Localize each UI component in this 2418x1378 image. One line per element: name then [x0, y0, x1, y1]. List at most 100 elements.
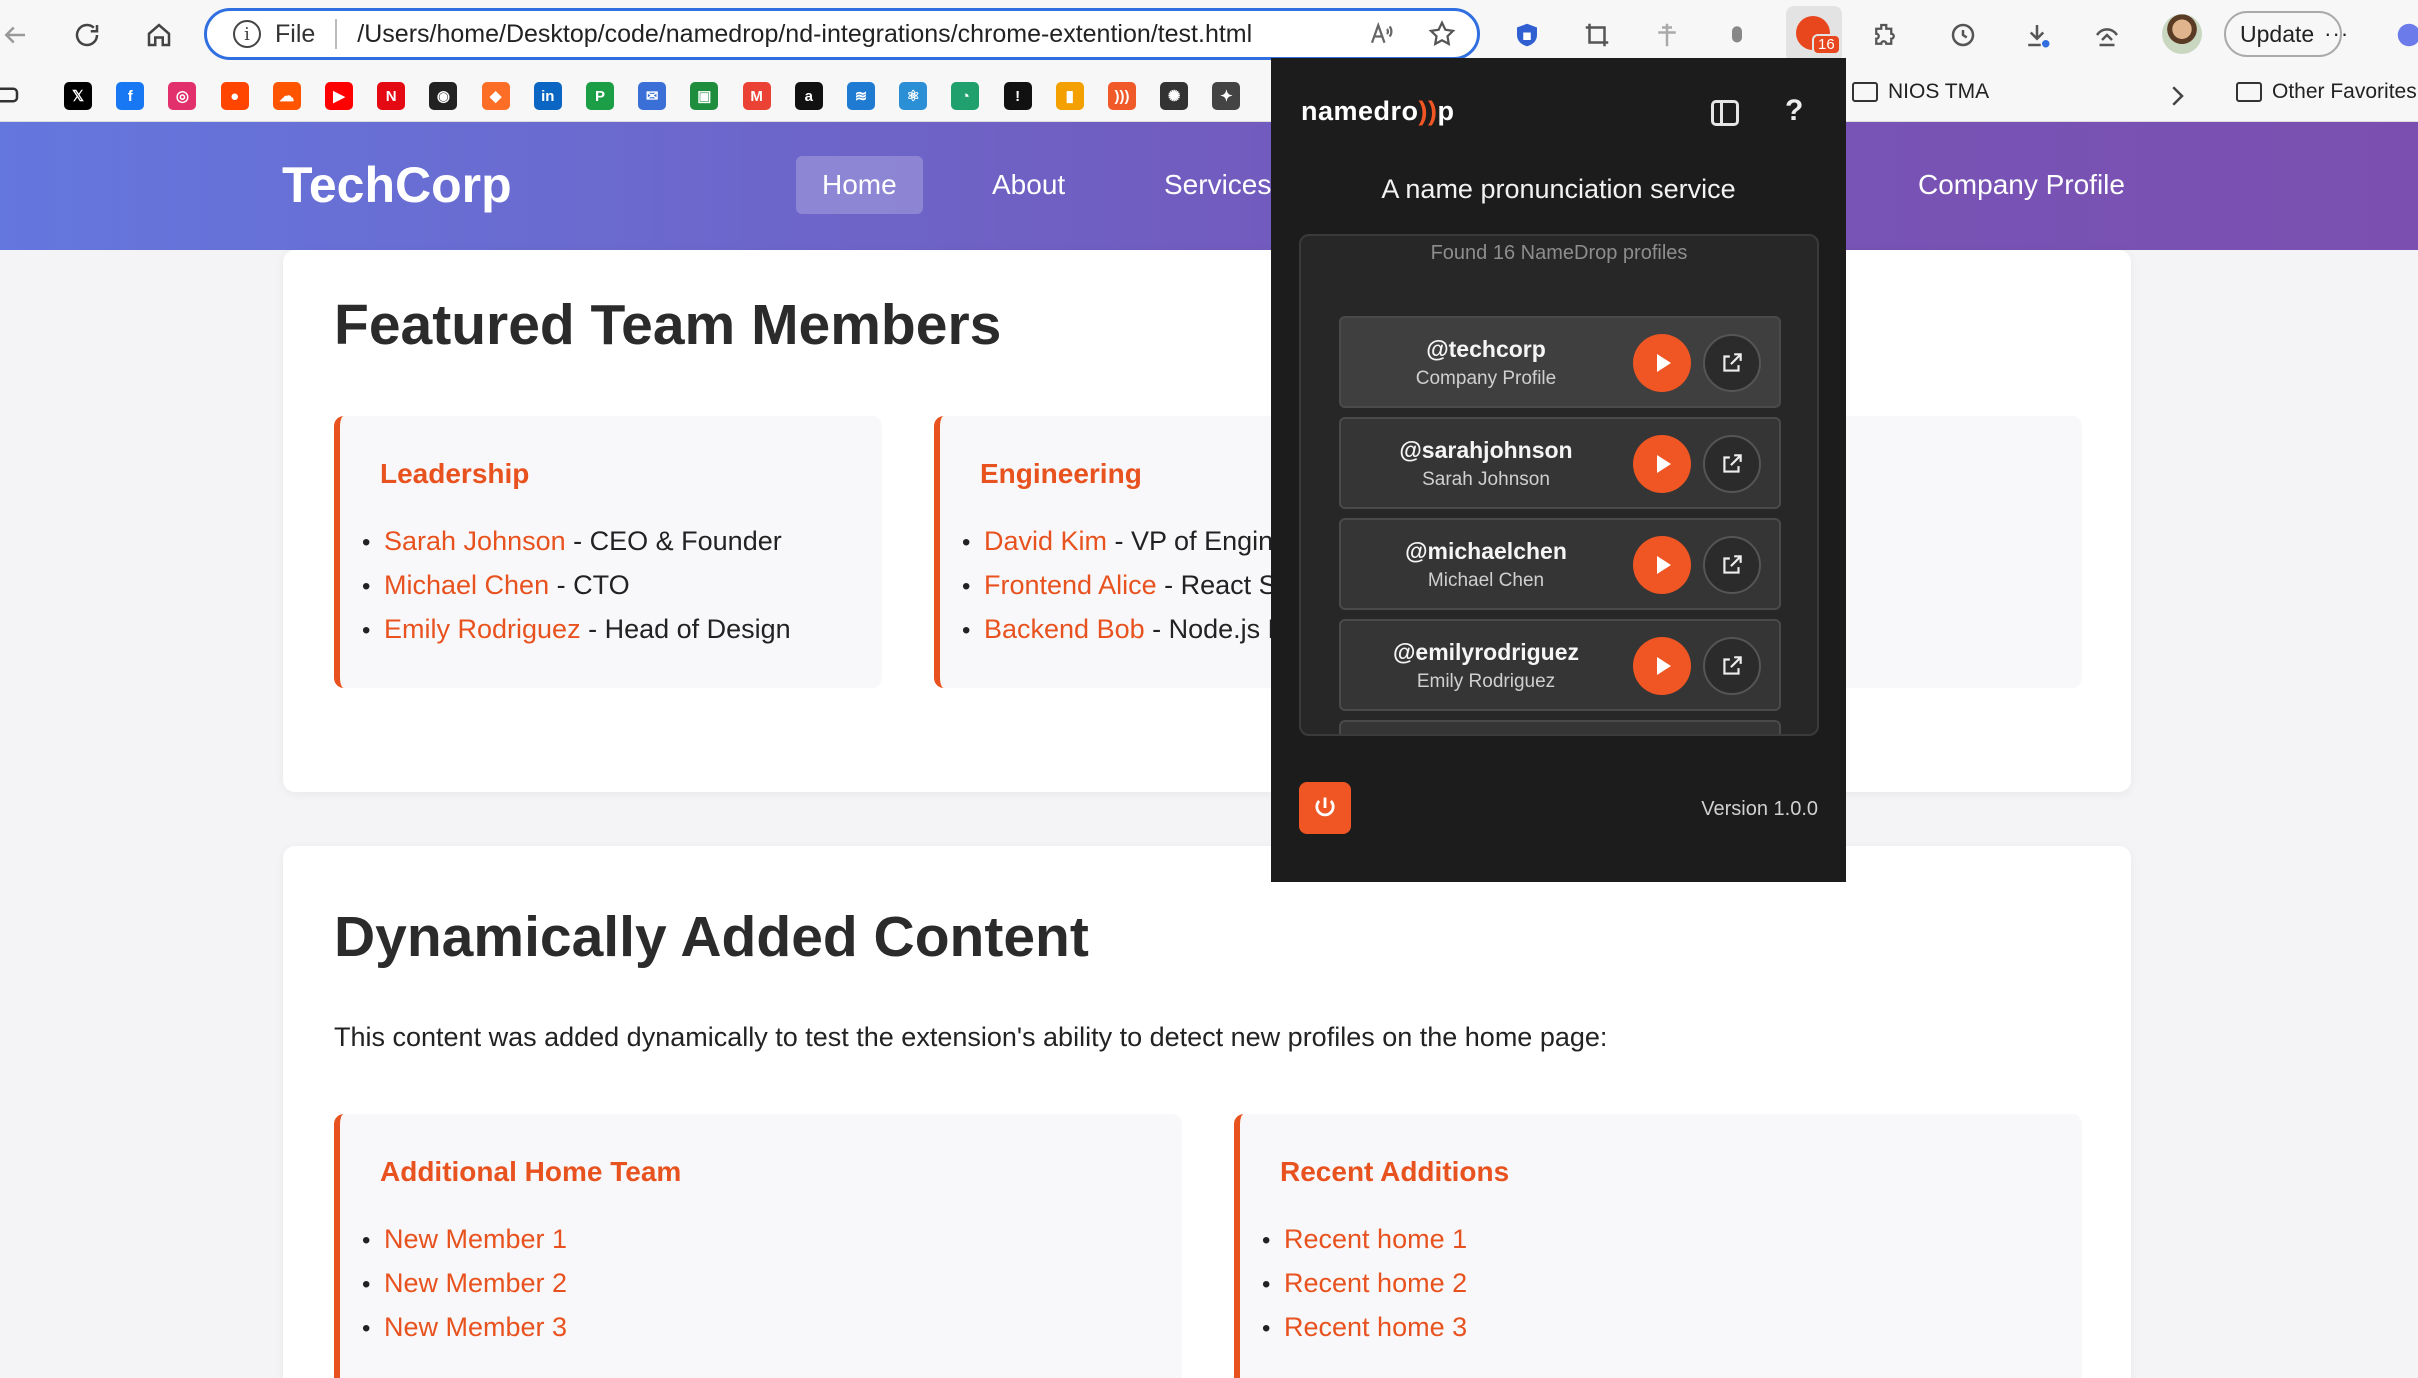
- profile-link[interactable]: Backend Bob: [984, 614, 1145, 644]
- folder-icon: [1852, 82, 1878, 102]
- nav-company-profile[interactable]: Company Profile: [1892, 156, 2151, 214]
- profile-link[interactable]: David Kim: [984, 526, 1107, 556]
- bookmark-folder-other[interactable]: Other Favorites: [2236, 80, 2417, 104]
- profile-link[interactable]: Emily Rodriguez: [384, 614, 581, 644]
- address-url[interactable]: /Users/home/Desktop/code/namedrop/nd-int…: [357, 20, 1252, 49]
- favorite-star-icon[interactable]: [1427, 19, 1457, 54]
- sidebar-toggle-icon[interactable]: [1711, 100, 1739, 126]
- facebook-icon[interactable]: f: [116, 82, 145, 110]
- profile-row: @techcorp Company Profile: [1339, 316, 1781, 408]
- profile-link[interactable]: New Member 2: [384, 1268, 567, 1298]
- extensions-puzzle-icon[interactable]: [1864, 14, 1906, 56]
- team-group-additional: Additional Home Team New Member 1 New Me…: [334, 1114, 1182, 1378]
- profile-link[interactable]: Recent home 3: [1284, 1312, 1467, 1342]
- gitlab-icon[interactable]: ◆: [481, 82, 510, 110]
- play-pronunciation-button[interactable]: [1633, 637, 1691, 695]
- nav-about[interactable]: About: [966, 156, 1091, 214]
- reading-list-icon[interactable]: [0, 74, 28, 116]
- analytics-icon[interactable]: ▮: [1055, 82, 1084, 110]
- x-icon[interactable]: 𝕏: [64, 82, 92, 110]
- address-bar[interactable]: i File /Users/home/Desktop/code/namedrop…: [204, 8, 1480, 60]
- dynamic-intro-text: This content was added dynamically to te…: [334, 1022, 1608, 1052]
- list-item: Sarah Johnson - CEO & Founder: [362, 520, 791, 564]
- open-profile-button[interactable]: [1703, 334, 1761, 392]
- pin-extension-icon[interactable]: [1646, 14, 1688, 56]
- folder-icon: [2236, 82, 2262, 102]
- github-icon[interactable]: ◉: [429, 82, 458, 110]
- history-icon[interactable]: [1942, 14, 1984, 56]
- clockify-icon[interactable]: ◔: [951, 82, 980, 110]
- open-profile-button[interactable]: [1703, 536, 1761, 594]
- list-item: Michael Chen - CTO: [362, 564, 791, 608]
- profile-link[interactable]: Michael Chen: [384, 570, 549, 600]
- play-pronunciation-button[interactable]: [1633, 435, 1691, 493]
- amazon-icon[interactable]: a: [794, 82, 823, 110]
- profile-row: @michaelchen Michael Chen: [1339, 518, 1781, 610]
- instagram-icon[interactable]: ◎: [168, 82, 197, 110]
- soundcloud-icon[interactable]: ☁: [272, 82, 301, 110]
- profile-link[interactable]: New Member 3: [384, 1312, 567, 1342]
- power-toggle-button[interactable]: [1299, 782, 1351, 834]
- profile-link[interactable]: Frontend Alice: [984, 570, 1157, 600]
- shield-extension-icon[interactable]: [1506, 14, 1548, 56]
- update-button[interactable]: Update ···: [2224, 11, 2348, 57]
- member-role: - VP of Engine: [1107, 526, 1289, 556]
- dynamic-title: Dynamically Added Content: [334, 905, 1089, 969]
- profile-handle: @emilyrodriguez: [1392, 639, 1580, 665]
- team-group-title: Additional Home Team: [380, 1156, 682, 1187]
- podcast-icon[interactable]: ))): [1108, 82, 1136, 110]
- react-icon[interactable]: ⚛: [899, 82, 928, 110]
- open-profile-button[interactable]: [1703, 637, 1761, 695]
- team-member-list: New Member 1 New Member 2 New Member 3: [362, 1218, 567, 1350]
- mui-icon[interactable]: ≋: [847, 82, 875, 110]
- site-header: TechCorp Home About Services Company Pro…: [0, 122, 2418, 250]
- reload-icon[interactable]: [66, 14, 108, 56]
- gmail-icon[interactable]: M: [742, 82, 771, 110]
- nav-home[interactable]: Home: [796, 156, 923, 214]
- open-profile-button[interactable]: [1703, 435, 1761, 493]
- site-info-icon[interactable]: i: [233, 20, 261, 48]
- mouse-extension-icon[interactable]: [1716, 14, 1758, 56]
- read-aloud-icon[interactable]: [1367, 19, 1397, 54]
- more-menu-icon[interactable]: ···: [2324, 21, 2349, 47]
- producthunt-icon[interactable]: P: [586, 82, 614, 110]
- power-icon: [1315, 797, 1335, 817]
- external-link-icon: [1723, 656, 1742, 675]
- alert-icon[interactable]: !: [1003, 82, 1032, 110]
- home-icon[interactable]: [138, 14, 180, 56]
- downloads-icon[interactable]: [2016, 14, 2058, 56]
- reddit-icon[interactable]: ●: [220, 82, 249, 110]
- profile-name: Sarah Johnson: [1422, 469, 1550, 490]
- team-group-leadership: Leadership Sarah Johnson - CEO & Founder…: [334, 416, 882, 688]
- copilot-icon[interactable]: [2388, 14, 2418, 56]
- namedrop-popup: namedro))p ? A name pronunciation servic…: [1271, 58, 1846, 882]
- mail-icon[interactable]: ✉: [638, 82, 667, 110]
- namedrop-extension-button[interactable]: 16: [1786, 6, 1842, 62]
- list-item: Backend Bob - Node.js Ex: [962, 608, 1299, 652]
- profile-link[interactable]: Sarah Johnson: [384, 526, 566, 556]
- profile-avatar[interactable]: [2162, 14, 2202, 54]
- profile-link[interactable]: Recent home 2: [1284, 1268, 1467, 1298]
- back-icon[interactable]: [0, 14, 36, 56]
- linkedin-icon[interactable]: in: [533, 82, 562, 110]
- site-logo[interactable]: TechCorp: [282, 156, 512, 214]
- profile-list[interactable]: Found 16 NameDrop profiles @techcorp Com…: [1299, 234, 1819, 736]
- chevron-right-icon[interactable]: [2156, 75, 2198, 117]
- profile-link[interactable]: New Member 1: [384, 1224, 567, 1254]
- youtube-icon[interactable]: ▶: [325, 82, 353, 110]
- member-role: - Head of Design: [580, 614, 791, 644]
- profile-handle: @techcorp: [1426, 336, 1546, 362]
- help-button[interactable]: ?: [1785, 94, 1803, 128]
- profile-link[interactable]: Recent home 1: [1284, 1224, 1467, 1254]
- meet-icon[interactable]: ▣: [690, 82, 719, 110]
- netflix-icon[interactable]: N: [377, 82, 406, 110]
- screenshot-icon[interactable]: [1576, 14, 1618, 56]
- settings-icon[interactable]: ✦: [1212, 82, 1241, 110]
- team-group-title: Recent Additions: [1280, 1156, 1510, 1187]
- play-pronunciation-button[interactable]: [1633, 334, 1691, 392]
- openai-icon[interactable]: ✺: [1160, 82, 1189, 110]
- play-pronunciation-button[interactable]: [1633, 536, 1691, 594]
- team-group-title: Leadership: [380, 458, 530, 489]
- bookmark-folder-nios[interactable]: NIOS TMA: [1852, 80, 1989, 104]
- performance-icon[interactable]: [2086, 14, 2128, 56]
